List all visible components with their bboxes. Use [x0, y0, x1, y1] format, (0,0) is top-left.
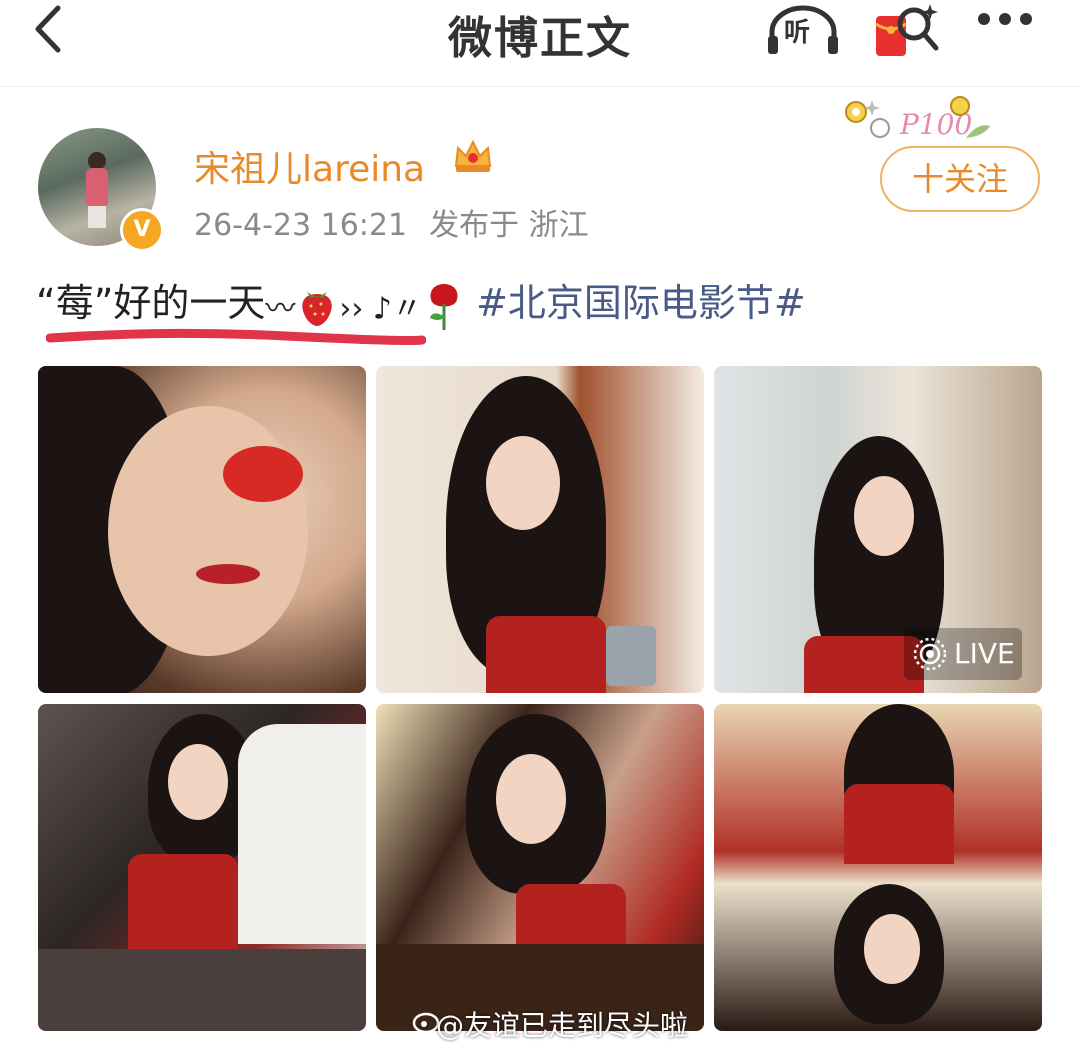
photo-phone	[606, 626, 656, 686]
photo-dress	[128, 854, 238, 954]
strawberry-icon	[302, 291, 333, 326]
photo-man-shirt	[238, 724, 366, 944]
photo-face	[864, 914, 920, 984]
quote-close: ”	[93, 281, 114, 325]
tilde-mark: 〰	[265, 291, 296, 327]
photo-dress	[516, 884, 626, 944]
post-meta: 26-4-23 16:21 发布于 浙江	[194, 200, 589, 244]
photo-thumbnail-2[interactable]	[376, 366, 704, 693]
verified-badge-icon: V	[120, 208, 164, 252]
red-packet-search-button[interactable]	[872, 2, 942, 60]
photo-face	[168, 744, 228, 820]
photo-lips	[196, 564, 260, 584]
photo-thumbnail-4[interactable]	[38, 704, 366, 1031]
post-text: “莓”好的一天〰 ›› ♪〃 #北京国际电影节#	[36, 272, 806, 332]
photo-bottom-strip	[38, 949, 366, 1031]
live-label: LIVE	[954, 637, 1015, 670]
listen-button[interactable]: 听	[766, 4, 840, 56]
avatar-figure-body	[86, 168, 108, 208]
photo-face	[486, 436, 560, 530]
more-button[interactable]	[978, 10, 1044, 40]
author-name[interactable]: 宋祖儿lareina	[194, 140, 425, 192]
photo-face	[854, 476, 914, 556]
red-packet-icon	[875, 4, 939, 56]
photo-dress	[844, 784, 954, 864]
photo-dress	[486, 616, 606, 693]
hashtag-link[interactable]: #北京国际电影节#	[476, 281, 806, 325]
photo-face	[496, 754, 566, 844]
watermark-text: @友谊已走到尽头啦	[436, 1009, 689, 1042]
rose-icon	[430, 283, 458, 330]
handdrawn-underline-mark	[46, 328, 426, 345]
post-location: 发布于 浙江	[429, 208, 589, 243]
follow-button[interactable]: 十关注	[880, 146, 1040, 212]
post-time: 26-4-23 16:21	[194, 208, 408, 243]
photo-thumbnail-1[interactable]	[38, 366, 366, 693]
highlight-char: 莓	[55, 281, 94, 325]
photo-strawberry-icon	[223, 446, 303, 502]
more-dot	[1020, 13, 1032, 25]
live-icon	[913, 637, 947, 671]
listen-label: 听	[784, 18, 811, 48]
avatar-figure-legs	[88, 206, 106, 228]
live-badge[interactable]: LIVE	[904, 628, 1022, 680]
quote-open: “	[36, 281, 56, 325]
post-text-after: ›› ♪〃	[339, 291, 423, 327]
decorative-sticker-icon: P100	[845, 96, 990, 141]
more-dot	[999, 13, 1011, 25]
crown-icon	[454, 139, 492, 172]
post-text-main: 好的一天	[113, 281, 266, 325]
photo-thumbnail-5[interactable]	[376, 704, 704, 1031]
more-icon	[978, 13, 990, 25]
top-bar: 微博正文 听	[0, 0, 1080, 87]
photo-thumbnail-6[interactable]	[714, 704, 1042, 1031]
